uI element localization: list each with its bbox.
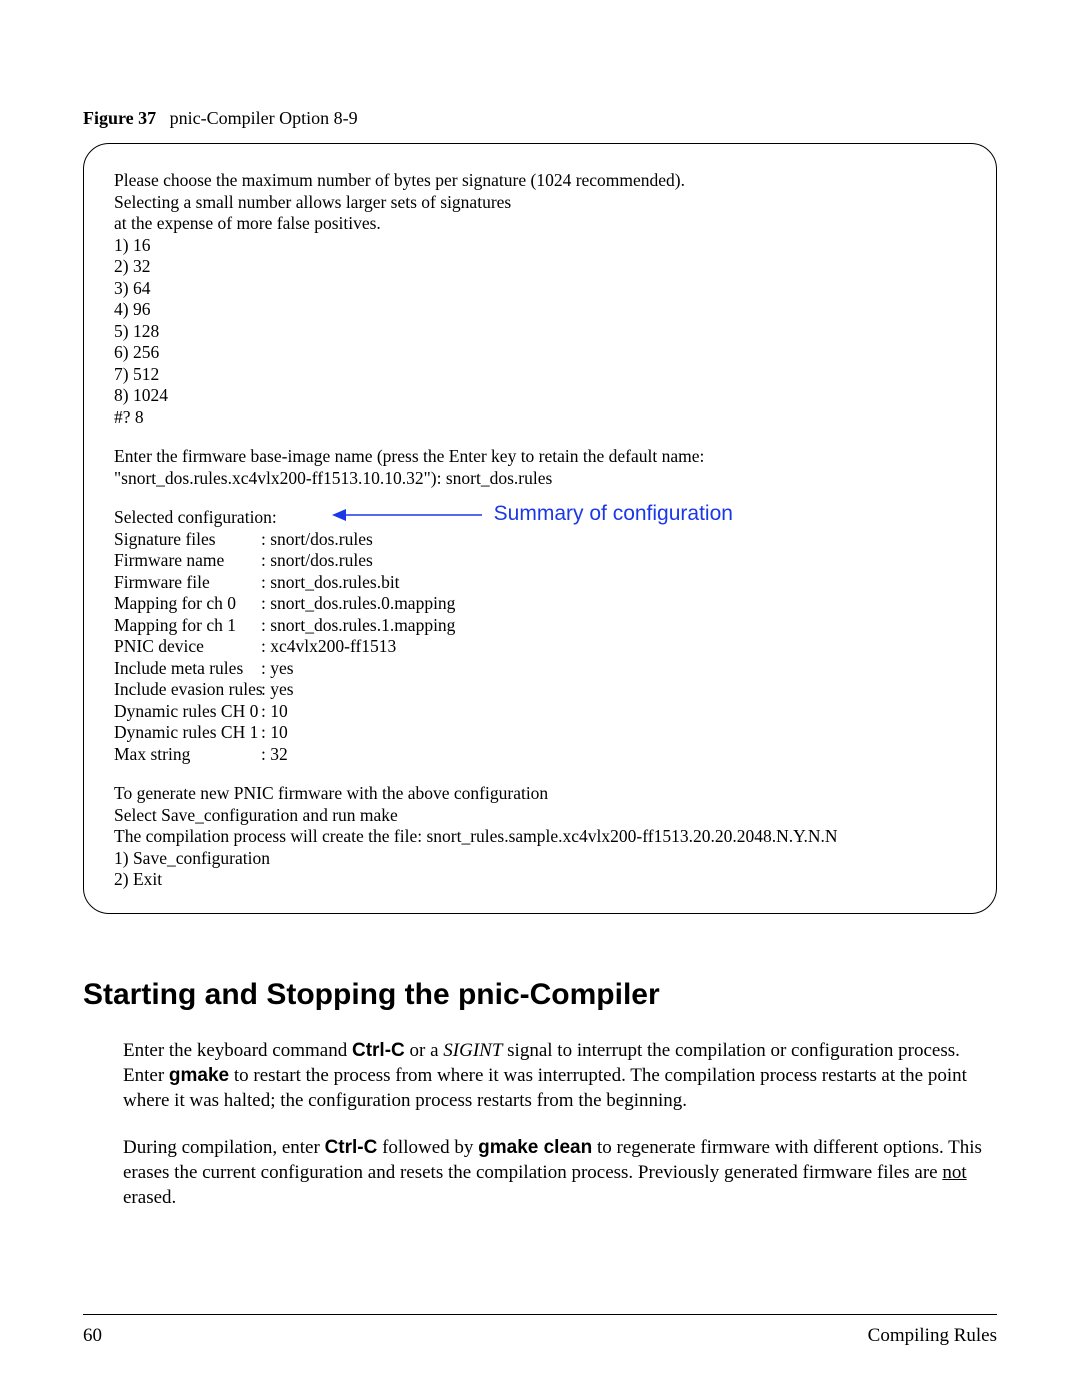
config-val: : snort/dos.rules [261,550,966,572]
option-line: 2) 32 [114,256,966,278]
config-key: Firmware file [114,572,259,594]
config-val: : snort_dos.rules.0.mapping [261,593,966,615]
config-key: Dynamic rules CH 0 [114,701,259,723]
intro-line: at the expense of more false positives. [114,213,966,235]
page-footer: 60 Compiling Rules [83,1325,997,1347]
config-key: PNIC device [114,636,259,658]
config-val: : 10 [261,722,966,744]
firmware-prompt-line: "snort_dos.rules.xc4vlx200-ff1513.10.10.… [114,468,966,490]
config-val: : 32 [261,744,966,766]
config-key: Include meta rules [114,658,259,680]
config-val: : 10 [261,701,966,723]
config-key: Firmware name [114,550,259,572]
footer-line: The compilation process will create the … [114,826,966,848]
footer-title: Compiling Rules [868,1325,997,1347]
footer-line: Select Save_configuration and run make [114,805,966,827]
config-val: : yes [261,658,966,680]
footer-line: To generate new PNIC firmware with the a… [114,783,966,805]
footer-line: 1) Save_configuration [114,848,966,870]
config-val: : xc4vlx200-ff1513 [261,636,966,658]
cmd-gmake-clean: gmake clean [478,1137,592,1158]
body-paragraph: During compilation, enter Ctrl-C followe… [123,1135,997,1210]
not-underlined: not [942,1162,966,1183]
config-val: : snort_dos.rules.bit [261,572,966,594]
option-line: 7) 512 [114,364,966,386]
option-line: 1) 16 [114,235,966,257]
kbd-ctrl-c: Ctrl-C [352,1040,405,1061]
config-key: Dynamic rules CH 1 [114,722,259,744]
config-key: Max string [114,744,259,766]
body-paragraph: Enter the keyboard command Ctrl-C or a S… [123,1038,997,1113]
firmware-prompt-line: Enter the firmware base-image name (pres… [114,446,966,468]
figure-caption: Figure 37 pnic-Compiler Option 8-9 [83,108,997,129]
config-val: : yes [261,679,966,701]
page-number: 60 [83,1325,102,1347]
config-key: Signature files [114,529,259,551]
option-line: 4) 96 [114,299,966,321]
section-heading: Starting and Stopping the pnic-Compiler [83,978,997,1012]
config-val: : snort_dos.rules.1.mapping [261,615,966,637]
figure-caption-text: pnic-Compiler Option 8-9 [170,108,358,128]
kbd-ctrl-c: Ctrl-C [325,1137,378,1158]
config-summary-table: Signature files: snort/dos.rules Firmwar… [114,529,966,766]
config-key: Include evasion rules [114,679,259,701]
footer-line: 2) Exit [114,869,966,891]
option-line: 6) 256 [114,342,966,364]
cmd-gmake: gmake [169,1065,229,1086]
config-key: Mapping for ch 0 [114,593,259,615]
option-line: 5) 128 [114,321,966,343]
annotation-callout: Summary of configuration [332,501,733,527]
option-line: 3) 64 [114,278,966,300]
config-key: Mapping for ch 1 [114,615,259,637]
footer-rule [83,1314,997,1315]
intro-line: Selecting a small number allows larger s… [114,192,966,214]
arrow-left-icon [332,506,482,524]
annotation-text: Summary of configuration [494,502,733,525]
intro-line: Please choose the maximum number of byte… [114,170,966,192]
sigint-term: SIGINT [443,1040,502,1061]
config-val: : snort/dos.rules [261,529,966,551]
prompt-line: #? 8 [114,407,966,429]
terminal-output-box: Please choose the maximum number of byte… [83,143,997,914]
figure-label: Figure 37 [83,108,156,128]
option-line: 8) 1024 [114,385,966,407]
